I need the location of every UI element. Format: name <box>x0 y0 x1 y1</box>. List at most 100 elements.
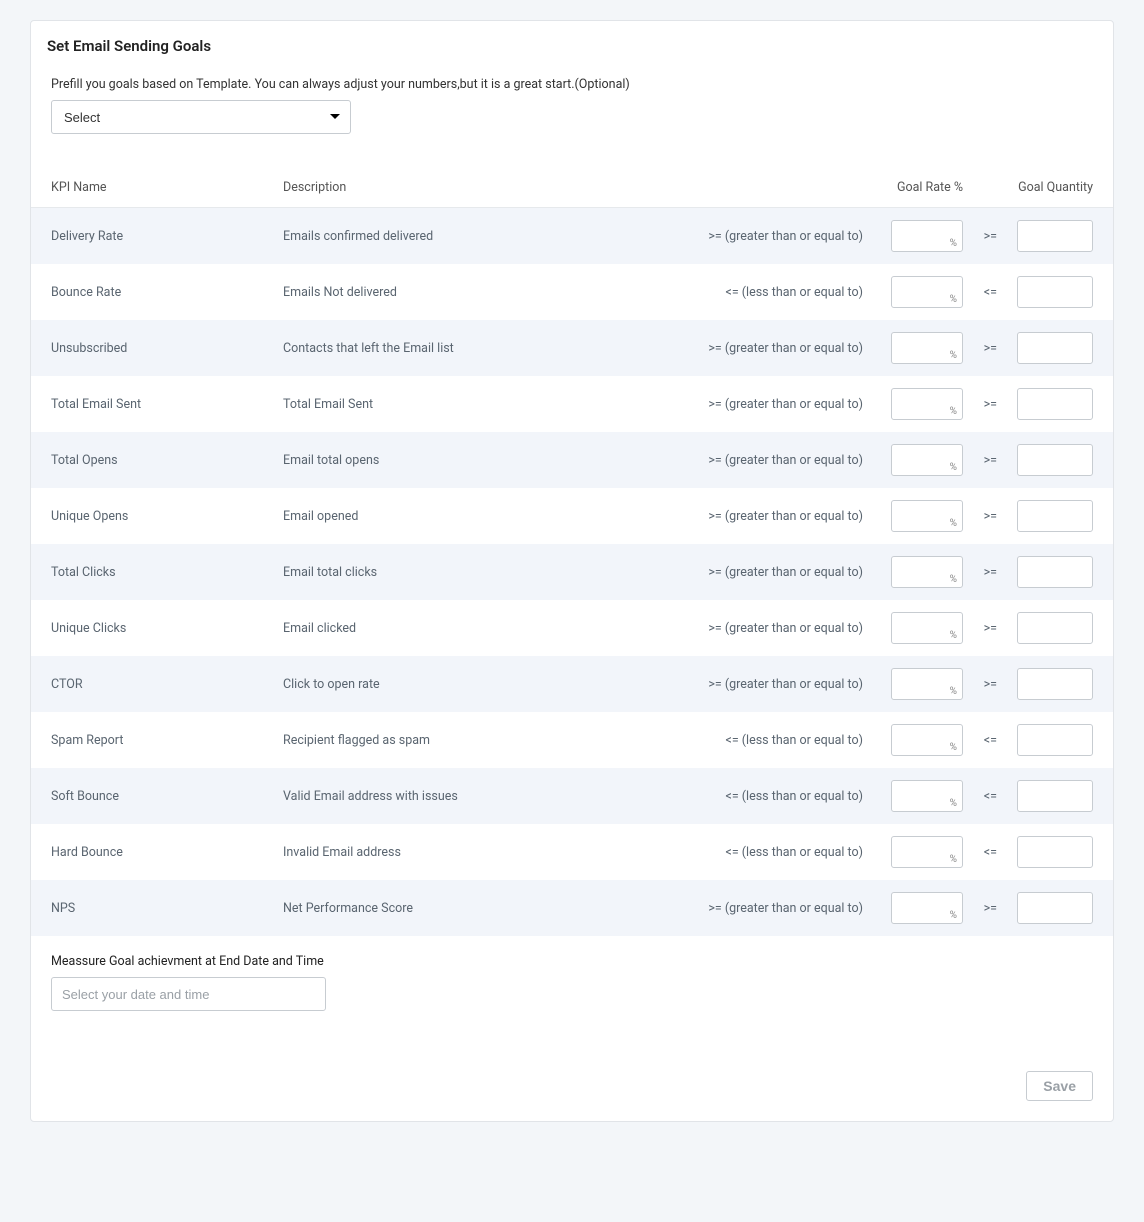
goal-qty-input[interactable] <box>1017 276 1093 308</box>
goal-qty-cell <box>1003 332 1093 364</box>
kpi-operator-short: >= <box>963 509 1003 524</box>
table-row: Hard BounceInvalid Email address<= (less… <box>31 824 1113 880</box>
goal-rate-input[interactable] <box>891 220 963 252</box>
goal-rate-cell: % <box>873 388 963 420</box>
goal-qty-cell <box>1003 388 1093 420</box>
kpi-description: Emails Not delivered <box>283 285 703 300</box>
kpi-operator-long: >= (greater than or equal to) <box>703 677 873 692</box>
kpi-name: Total Clicks <box>51 565 283 580</box>
kpi-operator-short: <= <box>963 285 1003 300</box>
goal-qty-input[interactable] <box>1017 724 1093 756</box>
goal-qty-cell <box>1003 668 1093 700</box>
table-row: Spam ReportRecipient flagged as spam<= (… <box>31 712 1113 768</box>
measure-date-input[interactable] <box>51 977 326 1011</box>
kpi-operator-long: <= (less than or equal to) <box>703 733 873 748</box>
goal-qty-cell <box>1003 836 1093 868</box>
goal-rate-input[interactable] <box>891 500 963 532</box>
kpi-name: Unsubscribed <box>51 341 283 356</box>
table-row: Unique ClicksEmail clicked>= (greater th… <box>31 600 1113 656</box>
goal-rate-input[interactable] <box>891 556 963 588</box>
table-row: UnsubscribedContacts that left the Email… <box>31 320 1113 376</box>
goal-qty-cell <box>1003 444 1093 476</box>
kpi-name: Hard Bounce <box>51 845 283 860</box>
kpi-description: Email clicked <box>283 621 703 636</box>
goal-qty-cell <box>1003 276 1093 308</box>
goal-rate-input[interactable] <box>891 668 963 700</box>
goal-qty-input[interactable] <box>1017 220 1093 252</box>
table-row: Total ClicksEmail total clicks>= (greate… <box>31 544 1113 600</box>
kpi-name: NPS <box>51 901 283 916</box>
goal-rate-input[interactable] <box>891 332 963 364</box>
kpi-description: Click to open rate <box>283 677 703 692</box>
goal-qty-input[interactable] <box>1017 668 1093 700</box>
goal-rate-cell: % <box>873 780 963 812</box>
kpi-operator-long: >= (greater than or equal to) <box>703 565 873 580</box>
goal-rate-cell: % <box>873 892 963 924</box>
goal-rate-input[interactable] <box>891 444 963 476</box>
goal-qty-cell <box>1003 724 1093 756</box>
goal-rate-cell: % <box>873 444 963 476</box>
kpi-operator-long: <= (less than or equal to) <box>703 845 873 860</box>
goal-qty-cell <box>1003 220 1093 252</box>
kpi-description: Net Performance Score <box>283 901 703 916</box>
goal-rate-input[interactable] <box>891 724 963 756</box>
goal-rate-cell: % <box>873 668 963 700</box>
kpi-description: Email total clicks <box>283 565 703 580</box>
card-footer: Save <box>31 1021 1113 1105</box>
goal-qty-cell <box>1003 780 1093 812</box>
measure-label: Meassure Goal achievment at End Date and… <box>51 954 1093 969</box>
kpi-operator-short: <= <box>963 733 1003 748</box>
kpi-operator-short: <= <box>963 845 1003 860</box>
kpi-operator-short: >= <box>963 453 1003 468</box>
email-goals-card: Set Email Sending Goals Prefill you goal… <box>30 20 1114 1122</box>
goal-rate-cell: % <box>873 724 963 756</box>
table-row: Total OpensEmail total opens>= (greater … <box>31 432 1113 488</box>
kpi-operator-long: <= (less than or equal to) <box>703 789 873 804</box>
goal-rate-input[interactable] <box>891 276 963 308</box>
goal-rate-input[interactable] <box>891 836 963 868</box>
table-row: Bounce RateEmails Not delivered<= (less … <box>31 264 1113 320</box>
goal-rate-cell: % <box>873 220 963 252</box>
prefill-description: Prefill you goals based on Template. You… <box>51 77 1093 92</box>
goal-qty-input[interactable] <box>1017 836 1093 868</box>
goal-qty-input[interactable] <box>1017 444 1093 476</box>
kpi-name: CTOR <box>51 677 283 692</box>
page-title: Set Email Sending Goals <box>31 37 1113 59</box>
kpi-name: Unique Clicks <box>51 621 283 636</box>
kpi-operator-long: >= (greater than or equal to) <box>703 901 873 916</box>
kpi-operator-short: >= <box>963 397 1003 412</box>
kpi-operator-short: >= <box>963 677 1003 692</box>
measure-section: Meassure Goal achievment at End Date and… <box>31 936 1113 1021</box>
goal-qty-cell <box>1003 892 1093 924</box>
goal-rate-cell: % <box>873 500 963 532</box>
goal-qty-input[interactable] <box>1017 612 1093 644</box>
goal-qty-input[interactable] <box>1017 556 1093 588</box>
goal-rate-input[interactable] <box>891 388 963 420</box>
col-header-kpi-name: KPI Name <box>51 180 283 195</box>
goal-rate-input[interactable] <box>891 780 963 812</box>
template-select[interactable]: Select <box>51 100 351 134</box>
goal-rate-input[interactable] <box>891 612 963 644</box>
kpi-description: Email total opens <box>283 453 703 468</box>
goal-qty-input[interactable] <box>1017 500 1093 532</box>
col-header-goal-rate: Goal Rate % <box>663 180 963 195</box>
goal-rate-input[interactable] <box>891 892 963 924</box>
goal-qty-input[interactable] <box>1017 388 1093 420</box>
kpi-operator-short: >= <box>963 621 1003 636</box>
save-button[interactable]: Save <box>1026 1071 1093 1101</box>
goal-qty-input[interactable] <box>1017 892 1093 924</box>
kpi-operator-long: >= (greater than or equal to) <box>703 621 873 636</box>
goal-rate-cell: % <box>873 556 963 588</box>
kpi-description: Invalid Email address <box>283 845 703 860</box>
goal-qty-input[interactable] <box>1017 780 1093 812</box>
kpi-description: Contacts that left the Email list <box>283 341 703 356</box>
kpi-name: Bounce Rate <box>51 285 283 300</box>
goal-rate-cell: % <box>873 836 963 868</box>
table-row: NPSNet Performance Score>= (greater than… <box>31 880 1113 936</box>
kpi-operator-long: >= (greater than or equal to) <box>703 397 873 412</box>
goal-qty-cell <box>1003 500 1093 532</box>
goal-qty-input[interactable] <box>1017 332 1093 364</box>
kpi-operator-short: >= <box>963 565 1003 580</box>
table-row: CTORClick to open rate>= (greater than o… <box>31 656 1113 712</box>
kpi-name: Delivery Rate <box>51 229 283 244</box>
